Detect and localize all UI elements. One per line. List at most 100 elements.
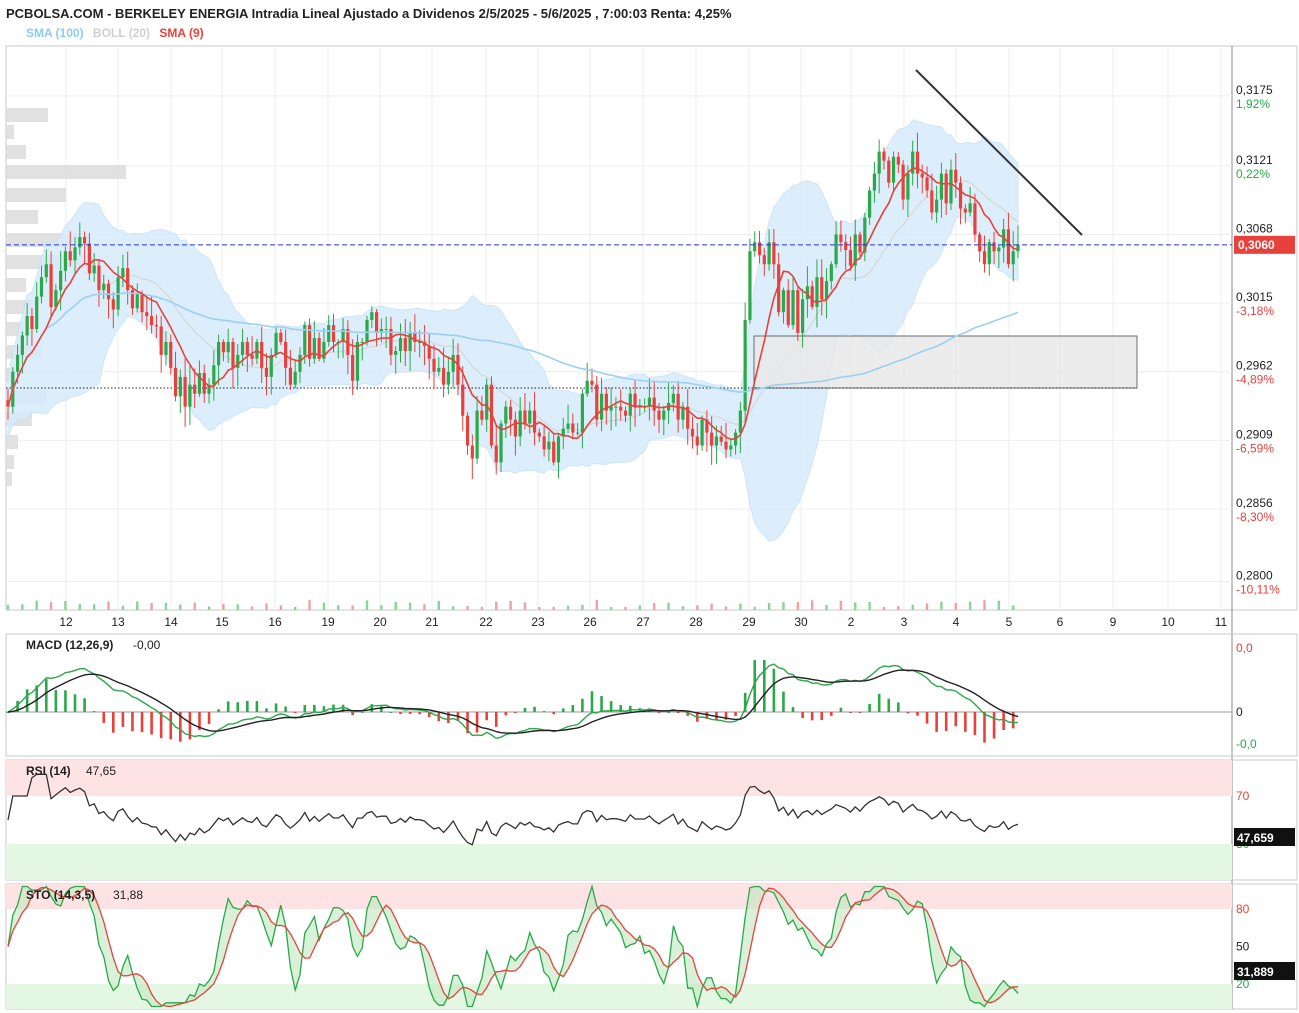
volume-bar — [796, 602, 800, 610]
x-tick-label: 13 — [111, 615, 125, 629]
x-tick-label: 22 — [479, 615, 493, 629]
volume-bar — [64, 600, 67, 610]
candle-body — [528, 410, 532, 424]
volume-bar — [337, 605, 340, 610]
volume-bar — [854, 602, 857, 610]
candle-body — [188, 384, 192, 407]
macd-histogram-bar — [255, 701, 259, 712]
candle-body — [762, 255, 766, 265]
candle-body — [470, 445, 474, 459]
candle-body — [690, 428, 695, 437]
candle-body — [226, 341, 230, 353]
candle-body — [695, 436, 699, 446]
macd-histogram-bar — [782, 691, 785, 712]
macd-histogram-bar — [380, 706, 383, 712]
candle-body — [245, 341, 249, 355]
volume-bar — [983, 600, 986, 610]
macd-histogram-bar — [360, 711, 364, 713]
candle-body — [274, 332, 278, 355]
x-tick-label: 16 — [268, 615, 282, 629]
candle-body — [480, 410, 484, 420]
y-tick-label: 0,3015 — [1236, 290, 1273, 304]
rsi-last-label: 47,659 — [1237, 831, 1274, 845]
candle-body — [590, 380, 594, 385]
candle-body — [710, 432, 714, 446]
candle-body — [264, 367, 269, 377]
macd-histogram-bar — [944, 712, 948, 732]
volume-profile-bar — [6, 108, 48, 122]
macd-histogram-bar — [293, 712, 297, 713]
macd-histogram-bar — [983, 712, 986, 743]
volume-bar — [408, 602, 412, 610]
macd-histogram-bar — [657, 712, 661, 713]
candle-body — [212, 365, 216, 385]
volume-bar — [279, 605, 283, 610]
volume-bar — [21, 604, 24, 610]
x-tick-label: 12 — [59, 615, 73, 629]
volume-bar — [940, 601, 943, 610]
candle-body — [1011, 251, 1015, 265]
macd-histogram-bar — [1002, 712, 1005, 730]
volume-profile-bar — [6, 278, 26, 292]
candle-body — [39, 277, 44, 297]
candle-body — [169, 341, 173, 368]
candle-body — [111, 299, 115, 310]
macd-histogram-bar — [418, 712, 421, 715]
macd-tick-label: -0,0 — [1236, 737, 1257, 751]
candle-body — [753, 242, 757, 252]
volume-bar — [222, 603, 225, 610]
volume-bar — [710, 603, 713, 610]
volume-bar — [595, 600, 598, 610]
candle-body — [939, 173, 944, 200]
volume-bar — [207, 606, 211, 610]
candle-body — [355, 341, 360, 381]
candle-body — [49, 264, 53, 307]
candle-body — [652, 397, 656, 411]
candle-body — [312, 338, 316, 359]
volume-bar — [49, 602, 53, 610]
rsi-label: RSI (14) — [26, 764, 71, 778]
macd-histogram-bar — [849, 712, 852, 713]
macd-histogram-bar — [791, 707, 795, 712]
macd-histogram-bar — [830, 712, 833, 716]
candle-body — [178, 376, 182, 397]
candle-body — [159, 326, 163, 355]
candle-body — [896, 156, 900, 165]
macd-histogram-bar — [102, 712, 106, 723]
volume-bar — [968, 601, 972, 610]
candle-body — [829, 264, 833, 282]
y-tick-label: 0,2909 — [1236, 427, 1273, 441]
pct-tick-label: 1,92% — [1236, 97, 1270, 111]
y-tick-label: 0,3068 — [1236, 221, 1273, 235]
volume-bar — [451, 606, 455, 610]
candle-body — [145, 312, 149, 317]
macd-histogram-bar — [992, 712, 996, 739]
macd-histogram-bar — [763, 659, 766, 712]
candle-body — [25, 316, 29, 336]
candle-body — [935, 199, 939, 213]
candle-body — [906, 173, 910, 200]
volume-profile-bar — [6, 210, 38, 224]
candle-body — [183, 376, 187, 407]
candle-body — [456, 354, 460, 385]
volume-bar — [423, 604, 426, 610]
volume-bar — [954, 602, 957, 610]
macd-histogram-bar — [964, 712, 967, 732]
volume-bar — [925, 603, 929, 610]
x-tick-label: 20 — [373, 615, 387, 629]
volume-bar — [365, 600, 369, 610]
volume-profile-bar — [6, 472, 12, 486]
candle-body — [757, 242, 762, 256]
candle-body — [461, 384, 465, 416]
x-tick-label: 4 — [953, 615, 960, 629]
candle-body — [217, 341, 221, 366]
volume-bar — [92, 604, 96, 610]
volume-bar — [767, 603, 771, 610]
macd-histogram-bar — [217, 709, 220, 712]
candle-body — [566, 423, 570, 429]
candle-body — [576, 432, 580, 434]
volume-bar — [394, 601, 397, 610]
candle-body — [714, 436, 719, 446]
volume-bar — [250, 606, 254, 610]
macd-histogram-bar — [207, 712, 211, 724]
